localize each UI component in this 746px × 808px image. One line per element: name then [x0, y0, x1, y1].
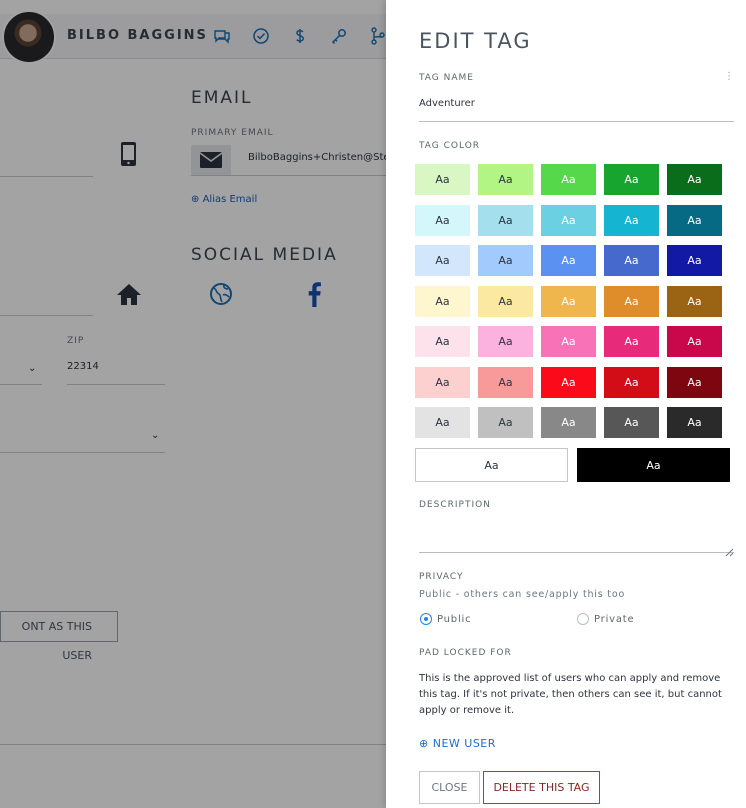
description-label: DESCRIPTION — [419, 500, 491, 510]
color-swatch[interactable]: Aa — [667, 164, 722, 195]
more-options-icon[interactable]: ⋮ — [724, 72, 734, 82]
color-swatch[interactable]: Aa — [667, 367, 722, 398]
tag-name-input[interactable]: Adventurer — [419, 98, 475, 109]
pad-locked-description: This is the approved list of users who c… — [419, 673, 722, 716]
tag-name-label: TAG NAME — [419, 73, 474, 83]
color-swatch[interactable]: Aa — [478, 205, 533, 236]
modal-overlay[interactable] — [0, 0, 386, 808]
privacy-public-label[interactable]: Public — [437, 614, 471, 625]
color-swatch[interactable]: Aa — [541, 407, 596, 438]
new-user-link[interactable]: ⊕ NEW USER — [419, 737, 496, 750]
color-swatch[interactable]: Aa — [541, 367, 596, 398]
color-swatch[interactable]: Aa — [667, 407, 722, 438]
pad-locked-label: PAD LOCKED FOR — [419, 648, 512, 658]
color-swatch[interactable]: Aa — [478, 326, 533, 357]
privacy-private-radio[interactable] — [577, 613, 589, 625]
color-swatch[interactable]: Aa — [541, 205, 596, 236]
color-swatch[interactable]: Aa — [667, 286, 722, 317]
color-swatch[interactable]: Aa — [415, 326, 470, 357]
color-swatch[interactable]: Aa — [667, 326, 722, 357]
color-swatch[interactable]: Aa — [415, 205, 470, 236]
color-swatch[interactable]: Aa — [415, 407, 470, 438]
plus-circle-icon: ⊕ — [419, 737, 429, 750]
color-swatch[interactable]: Aa — [667, 205, 722, 236]
color-swatch[interactable]: Aa — [541, 326, 596, 357]
delete-tag-button[interactable]: DELETE THIS TAG — [483, 771, 600, 804]
color-swatch[interactable]: Aa — [667, 245, 722, 276]
color-swatch[interactable]: Aa — [604, 367, 659, 398]
new-user-label: NEW USER — [432, 737, 496, 750]
color-swatch[interactable]: Aa — [604, 286, 659, 317]
color-swatch[interactable]: Aa — [541, 245, 596, 276]
color-swatch[interactable]: Aa — [478, 164, 533, 195]
color-swatch[interactable]: Aa — [415, 367, 470, 398]
color-swatch[interactable]: Aa — [604, 407, 659, 438]
color-swatch[interactable]: Aa — [478, 367, 533, 398]
color-swatch[interactable]: Aa — [478, 286, 533, 317]
resize-handle-icon[interactable] — [725, 542, 734, 557]
description-textarea[interactable] — [419, 515, 734, 552]
color-swatch[interactable]: Aa — [478, 407, 533, 438]
color-swatch[interactable]: Aa — [415, 164, 470, 195]
description-underline — [419, 552, 734, 553]
color-swatch[interactable]: Aa — [604, 245, 659, 276]
privacy-public-radio[interactable] — [420, 613, 432, 625]
color-swatch-white[interactable]: Aa — [415, 448, 568, 482]
privacy-private-label[interactable]: Private — [594, 614, 634, 625]
privacy-hint: Public - others can see/apply this too — [419, 589, 626, 600]
color-swatch[interactable]: Aa — [415, 245, 470, 276]
color-swatch[interactable]: Aa — [541, 164, 596, 195]
drawer-title: EDIT TAG — [419, 29, 532, 53]
color-swatch[interactable]: Aa — [415, 286, 470, 317]
tag-name-underline — [419, 121, 734, 122]
edit-tag-drawer: EDIT TAG TAG NAME ⋮ Adventurer TAG COLOR… — [386, 0, 746, 808]
color-swatch[interactable]: Aa — [541, 286, 596, 317]
color-swatch[interactable]: Aa — [604, 164, 659, 195]
tag-color-label: TAG COLOR — [419, 141, 481, 151]
privacy-label: PRIVACY — [419, 572, 464, 582]
color-swatch[interactable]: Aa — [604, 326, 659, 357]
close-button[interactable]: CLOSE — [419, 771, 480, 804]
color-swatch-black[interactable]: Aa — [577, 448, 730, 482]
color-swatch[interactable]: Aa — [604, 205, 659, 236]
color-swatch[interactable]: Aa — [478, 245, 533, 276]
